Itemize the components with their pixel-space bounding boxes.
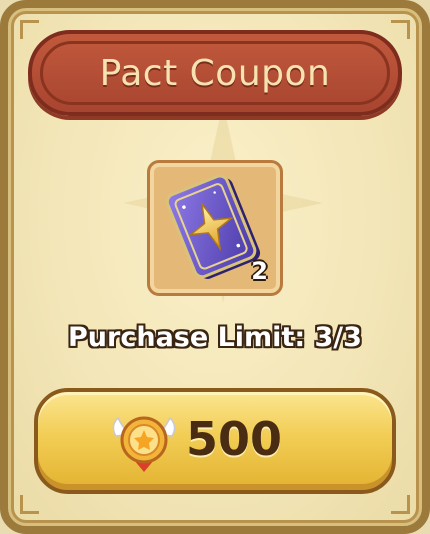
title-banner: Pact Coupon: [28, 30, 402, 116]
item-title: Pact Coupon: [99, 52, 331, 94]
item-slot[interactable]: 2: [147, 160, 283, 296]
medal-coin-icon: [112, 416, 176, 472]
buy-button[interactable]: 500: [34, 388, 396, 494]
corner-ornament: [391, 495, 410, 514]
corner-ornament: [391, 20, 410, 39]
item-quantity: 2: [251, 257, 268, 285]
price-label: 500: [186, 412, 283, 466]
corner-ornament: [20, 20, 39, 39]
purchase-limit-label: Purchase Limit: 3/3: [68, 322, 362, 353]
corner-ornament: [20, 495, 39, 514]
